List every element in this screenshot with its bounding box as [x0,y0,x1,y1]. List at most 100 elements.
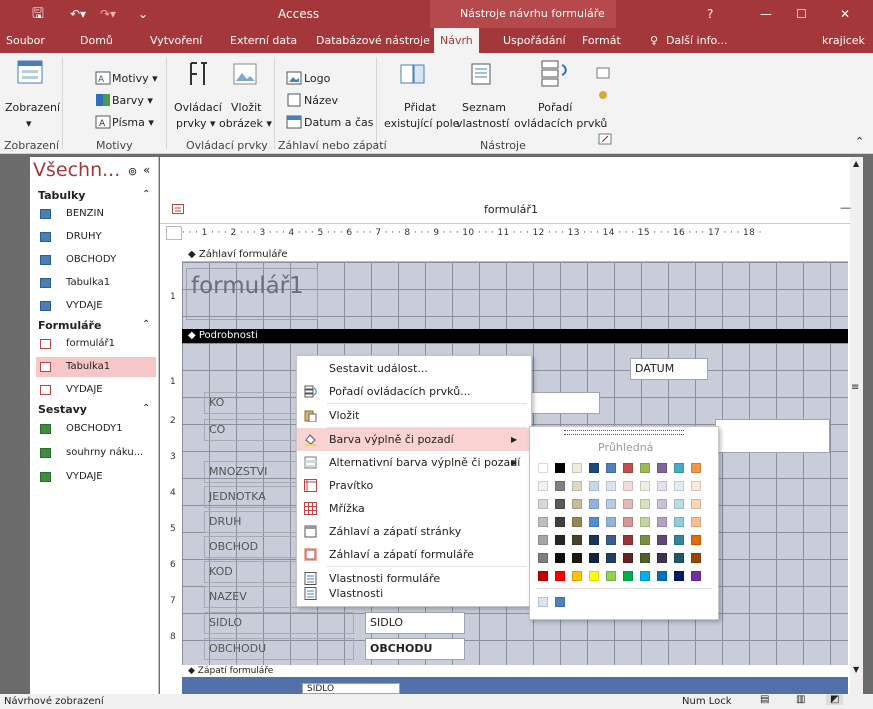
color-swatch[interactable] [538,499,548,509]
color-swatch[interactable] [674,499,684,509]
scroll-down-icon[interactable]: ▼ [853,665,859,674]
poradi-button[interactable]: ovládacích prvků [514,117,607,130]
color-swatch[interactable] [623,553,633,563]
label-druh[interactable]: DRUH [204,511,298,533]
color-swatch[interactable] [691,535,701,545]
color-swatch[interactable] [589,499,599,509]
nav-group-tabulky[interactable]: Tabulky [38,189,85,202]
label-mnozstvi[interactable]: MNOZSTVI [204,461,298,483]
tab-domu[interactable]: Domů [80,28,113,53]
section-bar-header[interactable]: ◆ Záhlaví formuláře [182,248,848,262]
color-swatch[interactable] [674,517,684,527]
nav-item-druhy[interactable]: DRUHY [36,227,156,247]
color-swatch[interactable] [606,571,616,581]
color-swatch[interactable] [640,481,650,491]
barvy-button[interactable]: Barvy ▾ [112,94,153,107]
color-swatch[interactable] [606,463,616,473]
color-swatch[interactable] [538,571,548,581]
label-co[interactable]: CO [204,419,298,441]
transparent-option[interactable]: Průhledná [598,441,653,454]
menu-item-zahlavi-formulare[interactable]: Záhlaví a zápatí formuláře [297,543,529,566]
logo-button[interactable]: Logo [304,72,330,85]
convert-macros-icon[interactable] [598,133,612,145]
menu-item-sestavit-udalost[interactable]: Sestavit událost... [297,357,529,380]
color-swatch[interactable] [657,571,667,581]
nav-title[interactable]: Všechn... [33,159,120,181]
tab-soubor[interactable]: Soubor [6,28,45,53]
color-swatch[interactable] [606,481,616,491]
close-button[interactable]: ✕ [840,0,850,28]
color-swatch[interactable] [674,481,684,491]
form-title-label[interactable]: formulář1 [186,268,318,320]
tab-databazove-nastroje[interactable]: Databázové nástroje [316,28,430,53]
nav-item-obchody1[interactable]: OBCHODY1 [36,419,156,439]
menu-item-pravitko[interactable]: Pravítko [297,474,529,497]
scroll-thumb-icon[interactable]: ≡ [851,382,859,393]
obchodu-field[interactable]: OBCHODU [365,638,465,660]
color-swatch[interactable] [623,481,633,491]
label-obchodu[interactable]: OBCHODU [204,638,354,660]
form-window-minimize[interactable]: — [840,201,851,214]
pisma-button[interactable]: Písma ▾ [112,116,154,129]
footer-sidlo-field[interactable]: SIDLO [302,683,400,694]
color-swatch[interactable] [640,571,650,581]
color-swatch[interactable] [589,517,599,527]
ovladaci-prvky-button[interactable]: prvky ▾ [176,117,216,130]
co-field[interactable] [715,419,830,453]
help-button[interactable]: ? [707,0,713,28]
color-swatch[interactable] [555,553,565,563]
menu-item-vlozit[interactable]: Vložit [297,404,529,427]
color-swatch[interactable] [623,535,633,545]
datum-field[interactable]: DATUM [630,358,708,380]
nav-dropdown-icon[interactable]: ⊚ [128,165,137,178]
color-swatch[interactable] [691,463,701,473]
color-swatch[interactable] [674,535,684,545]
color-swatch[interactable] [538,553,548,563]
menu-item-barva-vyplne[interactable]: Barva výplně či pozadí ▶ [297,428,529,451]
color-swatch[interactable] [538,481,548,491]
color-swatch[interactable] [538,535,548,545]
layout-view-button[interactable]: ▥ [796,694,805,705]
color-swatch[interactable] [691,517,701,527]
form-view-button[interactable]: ▤ [760,694,769,705]
collapse-ribbon-icon[interactable]: ⌃ [855,135,864,148]
color-swatch[interactable] [691,571,701,581]
nazev-button[interactable]: Název [304,94,338,107]
menu-item-vlastnosti[interactable]: Vlastnosti [297,582,529,605]
color-swatch[interactable] [640,535,650,545]
label-nazev[interactable]: NAZEV [204,586,298,608]
group-collapse-icon[interactable]: ⌃ [142,319,150,330]
color-swatch[interactable] [572,463,582,473]
quick-access-dropdown-icon[interactable]: ⌄ [138,0,148,28]
vertical-ruler[interactable]: 1 1 2 3 4 5 6 7 8 [166,262,183,682]
nav-item-vydaje-form[interactable]: VYDAJE [36,380,156,400]
section-bar-detail[interactable]: ◆ Podrobnosti [182,329,848,343]
horizontal-ruler[interactable]: · · · 1 · · · 2 · · · 3 · · · 4 · · · 5 … [182,226,848,240]
color-swatch[interactable] [657,499,667,509]
label-jednotka[interactable]: JEDNOTKA [204,486,298,508]
nav-group-formulare[interactable]: Formuláře [38,319,101,332]
section-bar-footer[interactable]: ◆ Zápatí formuláře [182,665,848,677]
group-collapse-icon[interactable]: ⌃ [142,403,150,414]
color-swatch[interactable] [623,517,633,527]
color-swatch[interactable] [606,535,616,545]
label-obchod[interactable]: OBCHOD [204,536,298,558]
redo-icon[interactable]: ↷▾ [100,0,116,28]
color-swatch[interactable] [640,553,650,563]
color-swatch[interactable] [572,481,582,491]
color-swatch[interactable] [555,535,565,545]
color-swatch[interactable] [538,517,548,527]
color-swatch[interactable] [555,499,565,509]
color-swatch[interactable] [623,463,633,473]
nav-item-tabulka1-table[interactable]: Tabulka1 [36,273,156,293]
recent-color-swatch[interactable] [538,597,548,607]
color-swatch[interactable] [674,463,684,473]
maximize-button[interactable]: ☐ [796,0,807,28]
label-ko[interactable]: KO [204,392,298,414]
user-name[interactable]: krajicek [822,28,865,53]
color-swatch[interactable] [606,517,616,527]
color-swatch[interactable] [572,535,582,545]
color-swatch[interactable] [606,499,616,509]
color-swatch[interactable] [674,571,684,581]
tab-vytvoreni[interactable]: Vytvoření [150,28,202,53]
